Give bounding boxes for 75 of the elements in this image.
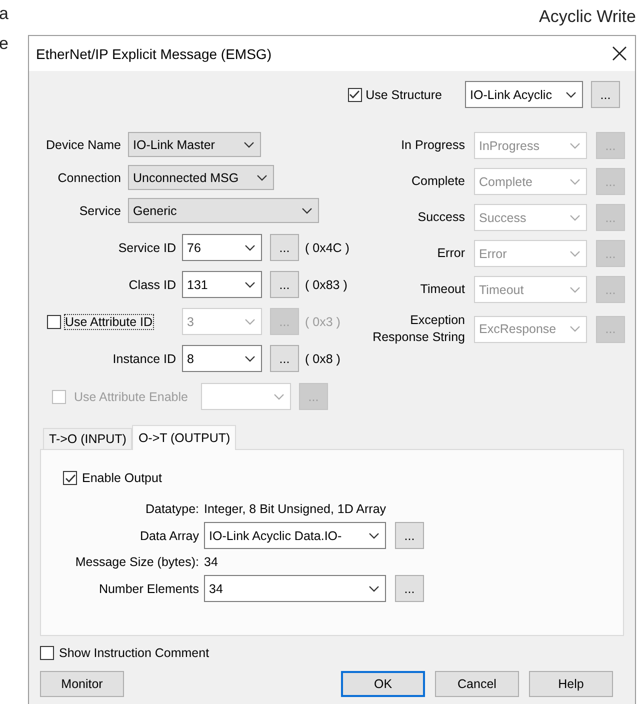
checkbox-label: Use Attribute Enable bbox=[74, 390, 188, 404]
field-label: Service bbox=[78, 204, 121, 218]
chevron-icon bbox=[257, 174, 267, 180]
chevron-icon bbox=[245, 244, 255, 250]
chevron-icon bbox=[570, 250, 580, 256]
field-label: Class ID bbox=[128, 278, 176, 292]
chevron-icon bbox=[245, 356, 255, 362]
dropdown[interactable]: Generic bbox=[128, 198, 319, 223]
ellipsis-button[interactable]: ... bbox=[270, 234, 299, 261]
ellipsis-button[interactable]: ... bbox=[591, 81, 620, 108]
dropdown[interactable]: 34 bbox=[204, 575, 386, 602]
chevron-icon bbox=[274, 394, 284, 400]
field-label: Exception Response String bbox=[372, 312, 465, 346]
page-text: e bbox=[0, 34, 8, 54]
dropdown[interactable]: IO-Link Acyclic bbox=[465, 81, 583, 108]
hex-value: ( 0x4C ) bbox=[305, 240, 350, 254]
chevron-icon bbox=[570, 326, 580, 332]
dialog-button[interactable]: Help bbox=[529, 671, 613, 697]
field-label: Success bbox=[416, 209, 465, 226]
dropdown[interactable]: IO-Link Master bbox=[128, 132, 261, 157]
field-label: Datatype: bbox=[144, 502, 199, 516]
chevron-icon bbox=[570, 286, 580, 292]
field-label: Connection bbox=[56, 170, 121, 184]
checkbox-label: Use Structure bbox=[366, 88, 442, 102]
dialog-button[interactable]: Cancel bbox=[435, 671, 519, 697]
ellipsis-button[interactable]: ... bbox=[395, 522, 424, 549]
field-label: Data Array bbox=[138, 528, 199, 542]
chevron-icon bbox=[369, 532, 379, 538]
checkbox-label: Use Attribute ID bbox=[65, 314, 153, 328]
dropdown[interactable]: 8 bbox=[182, 345, 262, 372]
field-value: 34 bbox=[204, 555, 219, 569]
dropdown[interactable]: 131 bbox=[182, 271, 262, 298]
tab[interactable]: T->O (INPUT) bbox=[43, 428, 132, 449]
chevron-icon bbox=[570, 214, 580, 220]
field-label: Error bbox=[436, 245, 465, 262]
page-text: a bbox=[0, 4, 8, 24]
checkmark-icon bbox=[64, 474, 76, 482]
chevron-icon bbox=[566, 92, 576, 98]
checkmark-icon bbox=[349, 90, 360, 99]
checkbox[interactable] bbox=[40, 646, 54, 660]
field-label: Service ID bbox=[117, 240, 176, 254]
checkbox[interactable] bbox=[63, 471, 77, 485]
checkbox-label: Enable Output bbox=[82, 471, 162, 485]
chevron-icon bbox=[570, 142, 580, 148]
window-title: EtherNet/IP Explicit Message (EMSG) bbox=[36, 46, 272, 62]
chevron-icon bbox=[244, 142, 254, 148]
hex-value: ( 0x8 ) bbox=[305, 352, 340, 366]
close-icon[interactable] bbox=[612, 46, 627, 61]
hex-value: ( 0x3 ) bbox=[305, 314, 340, 328]
dialog-button[interactable]: Monitor bbox=[40, 671, 124, 697]
chevron-icon bbox=[570, 178, 580, 184]
chevron-icon bbox=[245, 282, 255, 288]
field-label: Message Size (bytes): bbox=[74, 555, 199, 569]
checkbox-label: Show Instruction Comment bbox=[59, 646, 210, 660]
checkbox[interactable] bbox=[348, 88, 362, 102]
field-value: Integer, 8 Bit Unsigned, 1D Array bbox=[204, 502, 388, 516]
hex-value: ( 0x83 ) bbox=[305, 278, 348, 292]
field-label: Number Elements bbox=[98, 582, 199, 596]
dialog-button[interactable]: OK bbox=[341, 671, 425, 697]
dropdown[interactable]: IO-Link Acyclic Data.IO- bbox=[204, 522, 386, 549]
chevron-icon bbox=[369, 586, 379, 592]
dropdown[interactable]: Unconnected MSG bbox=[128, 165, 274, 190]
page-heading: Acyclic Write bbox=[539, 7, 636, 27]
chevron-icon bbox=[245, 318, 255, 324]
field-label: Instance ID bbox=[112, 352, 176, 366]
ellipsis-button[interactable]: ... bbox=[270, 271, 299, 298]
field-label: Device Name bbox=[44, 138, 121, 152]
ellipsis-button[interactable]: ... bbox=[395, 575, 424, 602]
dropdown[interactable]: 76 bbox=[182, 234, 262, 261]
field-label: Complete bbox=[410, 173, 465, 190]
field-label: In Progress bbox=[400, 137, 465, 154]
ellipsis-button[interactable]: ... bbox=[270, 345, 299, 372]
chevron-icon bbox=[302, 208, 312, 214]
field-label: Timeout bbox=[419, 281, 465, 298]
tab[interactable]: O->T (OUTPUT) bbox=[132, 425, 236, 450]
